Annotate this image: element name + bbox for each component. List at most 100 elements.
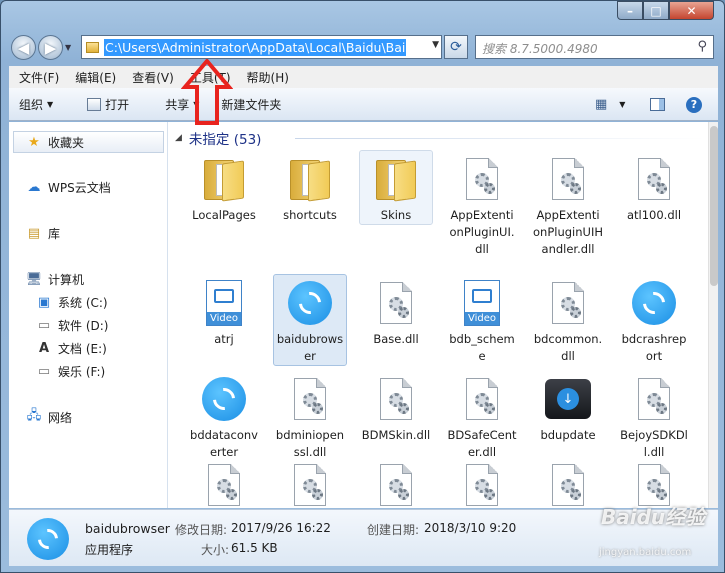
dll-file-icon (458, 461, 506, 508)
file-item[interactable]: BrowserD (359, 456, 433, 508)
open-button[interactable]: 打开 (78, 88, 138, 120)
file-item[interactable]: atl100.dll (617, 150, 691, 225)
search-icon[interactable]: ⚲ (697, 39, 707, 54)
nav-label: 网络 (48, 410, 73, 425)
chevron-down-icon: ▼ (47, 99, 54, 109)
file-item[interactable]: BejoySDKDll.dll (617, 370, 691, 462)
forward-button[interactable]: ▶ (38, 35, 63, 60)
file-name: AppExtentionPluginUIHandler.dll (533, 208, 603, 256)
nav-label: WPS云文档 (48, 180, 111, 195)
explorer-window: – □ ✕ ◀ ▶ ▼ C:\Users\Administrator\AppDa… (0, 0, 725, 573)
group-title: 未指定 (53) (188, 132, 262, 148)
chevron-down-icon: ▼ (619, 100, 626, 109)
folder-icon (200, 155, 248, 203)
file-name: Base.dll (373, 332, 419, 346)
nav-label: 系统 (C:) (58, 295, 108, 310)
baidubrowser-icon (27, 518, 69, 560)
menu-file[interactable]: 文件(F) (11, 69, 67, 86)
nav-label: 计算机 (48, 272, 85, 287)
search-input[interactable]: 搜索 8.7.5000.4980 ⚲ (475, 35, 714, 59)
details-type: 应用程序 (85, 543, 134, 557)
maximize-button[interactable]: □ (643, 1, 669, 20)
file-item[interactable]: Video atrj (187, 274, 261, 349)
file-item[interactable]: bdminiopenssl.dll (273, 370, 347, 462)
scrollbar-thumb[interactable] (710, 126, 718, 286)
chevron-down-icon[interactable]: ▼ (432, 40, 439, 50)
nav-item-favorites[interactable]: ★ 收藏夹 (13, 131, 164, 153)
organize-button[interactable]: 组织 ▼ (9, 88, 62, 120)
preview-pane-button[interactable] (650, 88, 665, 121)
recent-pages-dropdown[interactable]: ▼ (65, 43, 71, 52)
minimize-button[interactable]: – (617, 1, 643, 20)
file-item[interactable]: AppExtentionPluginUI.dll (445, 150, 519, 259)
folder-icon (372, 155, 420, 203)
file-item[interactable]: BDMSkin.dll (359, 370, 433, 445)
nav-item-wps[interactable]: ☁ WPS云文档 (9, 176, 167, 198)
annotation-arrow-icon (181, 59, 233, 125)
view-options-button[interactable]: ▦ ▼ (595, 88, 625, 121)
file-item[interactable]: bdcrashreport (617, 274, 691, 366)
file-item[interactable]: bdcommon.dll (531, 274, 605, 366)
address-path[interactable]: C:\Users\Administrator\AppData\Local\Bai… (104, 39, 406, 56)
nav-item-library[interactable]: ▤ 库 (9, 222, 167, 244)
library-icon: ▤ (27, 225, 41, 241)
file-item[interactable]: BIDULocat (187, 456, 261, 508)
dll-file-icon (458, 375, 506, 423)
dll-file-icon (372, 461, 420, 508)
drive-icon: A (38, 340, 50, 356)
help-button[interactable]: ? (686, 88, 702, 121)
nav-label: 娱乐 (F:) (58, 364, 106, 379)
nav-item-drive-f[interactable]: ▭ 娱乐 (F:) (9, 360, 167, 382)
file-item[interactable]: Skins (359, 150, 433, 225)
baidu-app-icon (286, 279, 334, 327)
nav-label: 收藏夹 (48, 135, 85, 150)
file-item[interactable]: shortcuts (273, 150, 347, 225)
address-bar[interactable]: C:\Users\Administrator\AppData\Local\Bai… (81, 35, 442, 59)
nav-item-drive-e[interactable]: A 文档 (E:) (9, 337, 167, 359)
file-item[interactable]: Video bdb_scheme (445, 274, 519, 366)
menu-bar: 文件(F) 编辑(E) 查看(V) 工具(T) 帮助(H) (9, 66, 718, 88)
modified-label: 修改日期: (175, 523, 228, 537)
network-icon: 🖧 (26, 408, 42, 423)
file-item[interactable]: BrowserFr (445, 456, 519, 508)
file-name: shortcuts (283, 208, 337, 222)
dll-file-icon (200, 461, 248, 508)
back-button[interactable]: ◀ (11, 35, 36, 60)
watermark-brand: Baidu经验 (601, 505, 706, 529)
nav-label: 软件 (D:) (58, 318, 109, 333)
modified-value: 2017/9/26 16:22 (231, 521, 331, 535)
nav-label: 文档 (E:) (58, 341, 107, 356)
file-item[interactable]: AppExtentionPluginUIHandler.dll (531, 150, 605, 259)
file-item[interactable]: ↓ bdupdate (531, 370, 605, 445)
menu-help[interactable]: 帮助(H) (239, 69, 297, 86)
file-item[interactable]: BrowserC (273, 456, 347, 508)
file-list: ◢ 未指定 (53) LocalPages shortcuts Skins AppEx… (169, 122, 708, 508)
dll-file-icon (630, 375, 678, 423)
file-item[interactable]: BrowserLo (531, 456, 605, 508)
menu-edit[interactable]: 编辑(E) (67, 69, 124, 86)
vertical-scrollbar[interactable] (708, 122, 718, 508)
nav-item-network[interactable]: 🖧 网络 (9, 406, 167, 428)
nav-item-computer[interactable]: 🖥 计算机 (9, 268, 167, 290)
video-badge: Video (465, 312, 499, 325)
file-item[interactable]: BDSafeCenter.dll (445, 370, 519, 462)
video-file-icon: Video (200, 279, 248, 327)
file-item[interactable]: bddataconverter (187, 370, 261, 462)
folder-icon (86, 41, 99, 53)
nav-item-drive-c[interactable]: ▣ 系统 (C:) (9, 291, 167, 313)
nav-item-drive-d[interactable]: ▭ 软件 (D:) (9, 314, 167, 336)
file-name: AppExtentionPluginUI.dll (449, 208, 515, 256)
close-button[interactable]: ✕ (669, 1, 714, 20)
refresh-button[interactable]: ⟳ (444, 35, 468, 59)
baidu-app-icon (630, 279, 678, 327)
menu-view[interactable]: 查看(V) (124, 69, 182, 86)
file-item[interactable]: LocalPages (187, 150, 261, 225)
dll-file-icon (630, 155, 678, 203)
file-item[interactable]: Base.dll (359, 274, 433, 349)
dll-file-icon (544, 279, 592, 327)
group-header[interactable]: ◢ 未指定 (53) (175, 128, 705, 148)
file-name: bdb_scheme (449, 332, 515, 363)
file-item[interactable]: baidubrowser (273, 274, 347, 366)
open-label: 打开 (105, 97, 130, 112)
dll-file-icon (286, 461, 334, 508)
